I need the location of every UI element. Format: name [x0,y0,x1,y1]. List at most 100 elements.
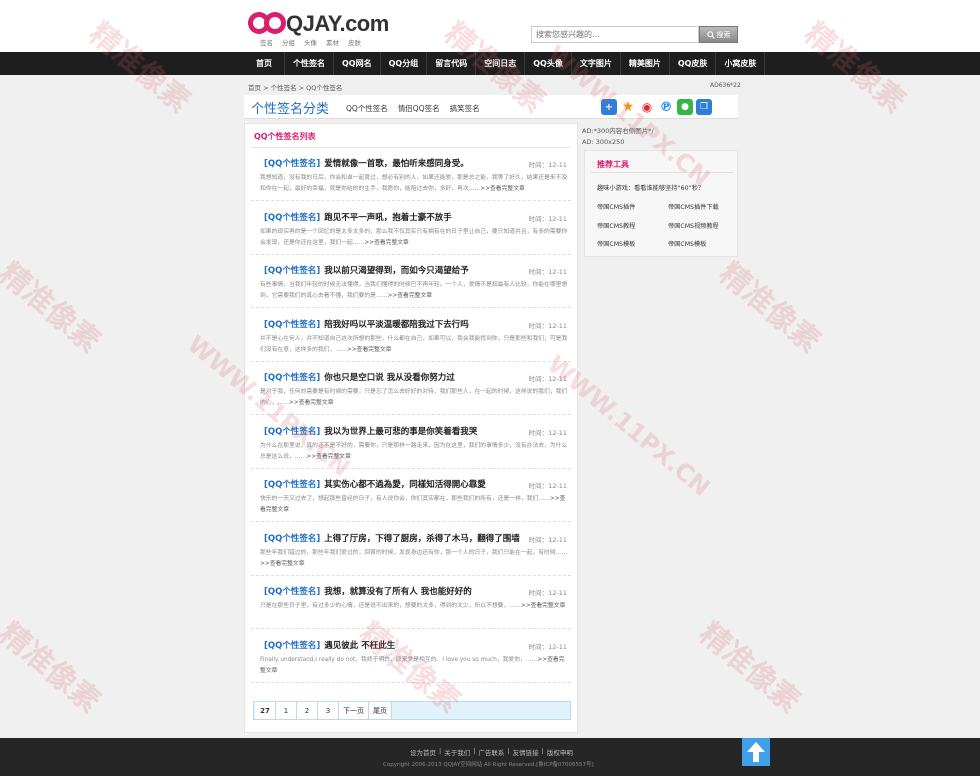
logo-link[interactable]: 签名 [260,37,273,47]
sidebar-link[interactable]: 帝国CMS模板 [668,239,706,248]
item-tag[interactable]: [QQ个性签名] [264,213,320,223]
item-title-text[interactable]: 上得了厅房，下得了厨房，杀得了木马，翻得了围墙 [324,534,520,544]
item-title-text[interactable]: 遇见彼此 不枉此生 [324,641,395,651]
copy-icon[interactable]: ❐ [696,99,712,115]
sidebar-link[interactable]: 帝国CMS插件下载 [668,202,719,211]
item-title-text[interactable]: 我想，就算没有了所有人 我也能好好的 [324,587,471,597]
item-title[interactable]: [QQ个性签名] 其实伤心都不過為愛，同樣知活得開心靠愛 [264,478,486,490]
item-tag[interactable]: [QQ个性签名] [264,320,320,330]
site-logo[interactable]: QJAY.com [248,10,389,36]
nav-item-qq-group[interactable]: QQ分组 [381,52,428,75]
item-title[interactable]: [QQ个性签名] 我想，就算没有了所有人 我也能好好的 [264,585,472,597]
nav-item-zone-log[interactable]: 空间日志 [476,52,526,75]
logo-link[interactable]: 头像 [304,37,317,47]
next-page-link[interactable]: 下一页 [339,702,369,719]
nav-item-qq-avatar[interactable]: QQ头像 [525,52,572,75]
back-to-top-button[interactable] [742,738,770,766]
item-title-text[interactable]: 我以前只渴望得到，而如今只渴望给予 [324,266,469,276]
item-title[interactable]: [QQ个性签名] 上得了厅房，下得了厨房，杀得了木马，翻得了围墙 [264,532,520,544]
item-title[interactable]: [QQ个性签名] 我以前只渴望得到，而如今只渴望给予 [264,264,469,276]
item-tag[interactable]: [QQ个性签名] [264,266,320,276]
sidebar-link[interactable]: 帝国CMS模板 [597,239,635,248]
last-page-link[interactable]: 尾页 [369,702,392,719]
item-title-text[interactable]: 爱情就像一首歌，最怕听来感同身受。 [324,159,469,169]
read-more-link[interactable]: >>查看完整文章 [306,454,351,460]
footer-divider: | [541,747,544,755]
nav-item-message-code[interactable]: 留言代码 [427,52,477,75]
watermark: 精准像素 [0,616,107,721]
wechat-icon[interactable]: ● [677,99,693,115]
read-more-link[interactable]: >>查看完整文章 [260,561,305,567]
item-tag[interactable]: [QQ个性签名] [264,641,320,651]
item-tag[interactable]: [QQ个性签名] [264,587,320,597]
nav-item-nest-skin[interactable]: 小窝皮肤 [716,52,766,75]
search-input[interactable] [531,26,699,43]
item-title[interactable]: [QQ个性签名] 遇见彼此 不枉此生 [264,639,395,651]
item-title[interactable]: [QQ个性签名] 跑见不平一声吼，抱着士豪不放手 [264,211,452,223]
item-title[interactable]: [QQ个性签名] 爱情就像一首歌，最怕听来感同身受。 [264,157,469,169]
item-title-text[interactable]: 其实伤心都不過為愛，同樣知活得開心靠愛 [324,480,486,490]
read-more-link[interactable]: >>查看完整文章 [388,293,433,299]
item-tag[interactable]: [QQ个性签名] [264,534,320,544]
read-more-link[interactable]: >>查看完整文章 [289,400,334,406]
footer-link-ads[interactable]: 广告联系 [478,747,504,757]
read-more-link[interactable]: >>查看完整文章 [347,347,392,353]
weibo-icon[interactable]: ◉ [639,99,655,115]
item-title[interactable]: [QQ个性签名] 陪我好吗以平淡温暖都陪我过下去行吗 [264,318,469,330]
logo-link[interactable]: 皮肤 [348,37,361,47]
item-time: 时间：12-11 [528,643,567,651]
plus-share-icon[interactable]: + [601,99,617,115]
read-more-link[interactable]: >>查看完整文章 [480,186,525,192]
item-time: 时间：12-11 [528,322,567,330]
read-more-link[interactable]: >>查看完整文章 [364,240,409,246]
sidebar-link[interactable]: 帝国CMS视频教程 [668,221,719,230]
sidebar-link[interactable]: 帝国CMS插件 [597,202,635,211]
nav-item-qq-name[interactable]: QQ网名 [334,52,381,75]
item-tag[interactable]: [QQ个性签名] [264,480,320,490]
nav-item-signature[interactable]: 个性签名 [285,52,334,75]
footer-link-about[interactable]: 关于我们 [444,747,470,757]
footer-link-friends[interactable]: 友情链接 [513,747,539,757]
header [0,0,980,52]
item-tag[interactable]: [QQ个性签名] [264,427,320,437]
list-item: [QQ个性签名] 其实伤心都不過為愛，同樣知活得開心靠愛 时间：12-11 快乐的… [251,469,571,522]
category-link[interactable]: 搞笑签名 [450,103,480,114]
read-more-link[interactable]: >>查看完整文章 [521,603,566,609]
logo-link[interactable]: 分组 [282,37,295,47]
footer-link-copyright[interactable]: 版权申明 [547,747,573,757]
page-link-1[interactable]: 1 [276,702,297,719]
list-item: [QQ个性签名] 跑见不平一声吼，抱着士豪不放手 时间：12-11 如果的现实再的… [251,202,571,255]
search-button[interactable]: 搜索 [699,26,738,43]
item-title-text[interactable]: 我以为世界上最可悲的事是你笑着看我哭 [324,427,477,437]
item-title-text[interactable]: 你也只是空口说 我从没看你努力过 [324,373,454,383]
category-link[interactable]: 情侣QQ签名 [398,103,440,114]
nav-item-fine-image[interactable]: 精美图片 [621,52,670,75]
main-nav: 首页 个性签名 QQ网名 QQ分组 留言代码 空间日志 QQ头像 文字图片 精美… [0,52,980,75]
item-time: 时间：12-11 [528,161,567,169]
sidebar-ad-label: AD:*300内容右侧图片*/ [582,127,654,135]
item-title[interactable]: [QQ个性签名] 你也只是空口说 我从没看你努力过 [264,371,455,383]
nav-item-home[interactable]: 首页 [244,52,285,75]
list-item: [QQ个性签名] 我想，就算没有了所有人 我也能好好的 时间：12-11 只是在那… [251,576,571,629]
item-title-text[interactable]: 陪我好吗以平淡温暖都陪我过下去行吗 [324,320,469,330]
logo-link[interactable]: 素材 [326,37,339,47]
sidebar-feature-link[interactable]: 趣味小游戏：看看谁能够坚持“60”秒？ [597,183,704,192]
breadcrumb[interactable]: 首页 > 个性签名 > QQ个性签名 [248,82,342,92]
share-bar: + ★ ◉ ℗ ● ❐ [601,99,712,115]
nav-item-qq-skin[interactable]: QQ皮肤 [670,52,717,75]
footer-link-homepage[interactable]: 设为首页 [410,747,436,757]
pinterest-icon[interactable]: ℗ [658,99,674,115]
item-title[interactable]: [QQ个性签名] 我以为世界上最可悲的事是你笑着看我哭 [264,425,477,437]
item-tag[interactable]: [QQ个性签名] [264,373,320,383]
logo-links: 签名 分组 头像 素材 皮肤 [260,37,361,47]
sidebar-title: 推荐工具 [597,160,629,169]
item-title-text[interactable]: 跑见不平一声吼，抱着士豪不放手 [324,213,452,223]
page-link-2[interactable]: 2 [297,702,318,719]
category-link[interactable]: QQ个性签名 [346,103,388,114]
item-desc: 我想知道，没有我的日后，你会和谁一起度过，想必有别的人，如果还能爱，那是总之能，… [260,175,568,192]
nav-item-text-image[interactable]: 文字图片 [572,52,621,75]
page-link-3[interactable]: 3 [318,702,339,719]
item-tag[interactable]: [QQ个性签名] [264,159,320,169]
star-favorite-icon[interactable]: ★ [620,99,636,115]
sidebar-link[interactable]: 帝国CMS教程 [597,221,635,230]
